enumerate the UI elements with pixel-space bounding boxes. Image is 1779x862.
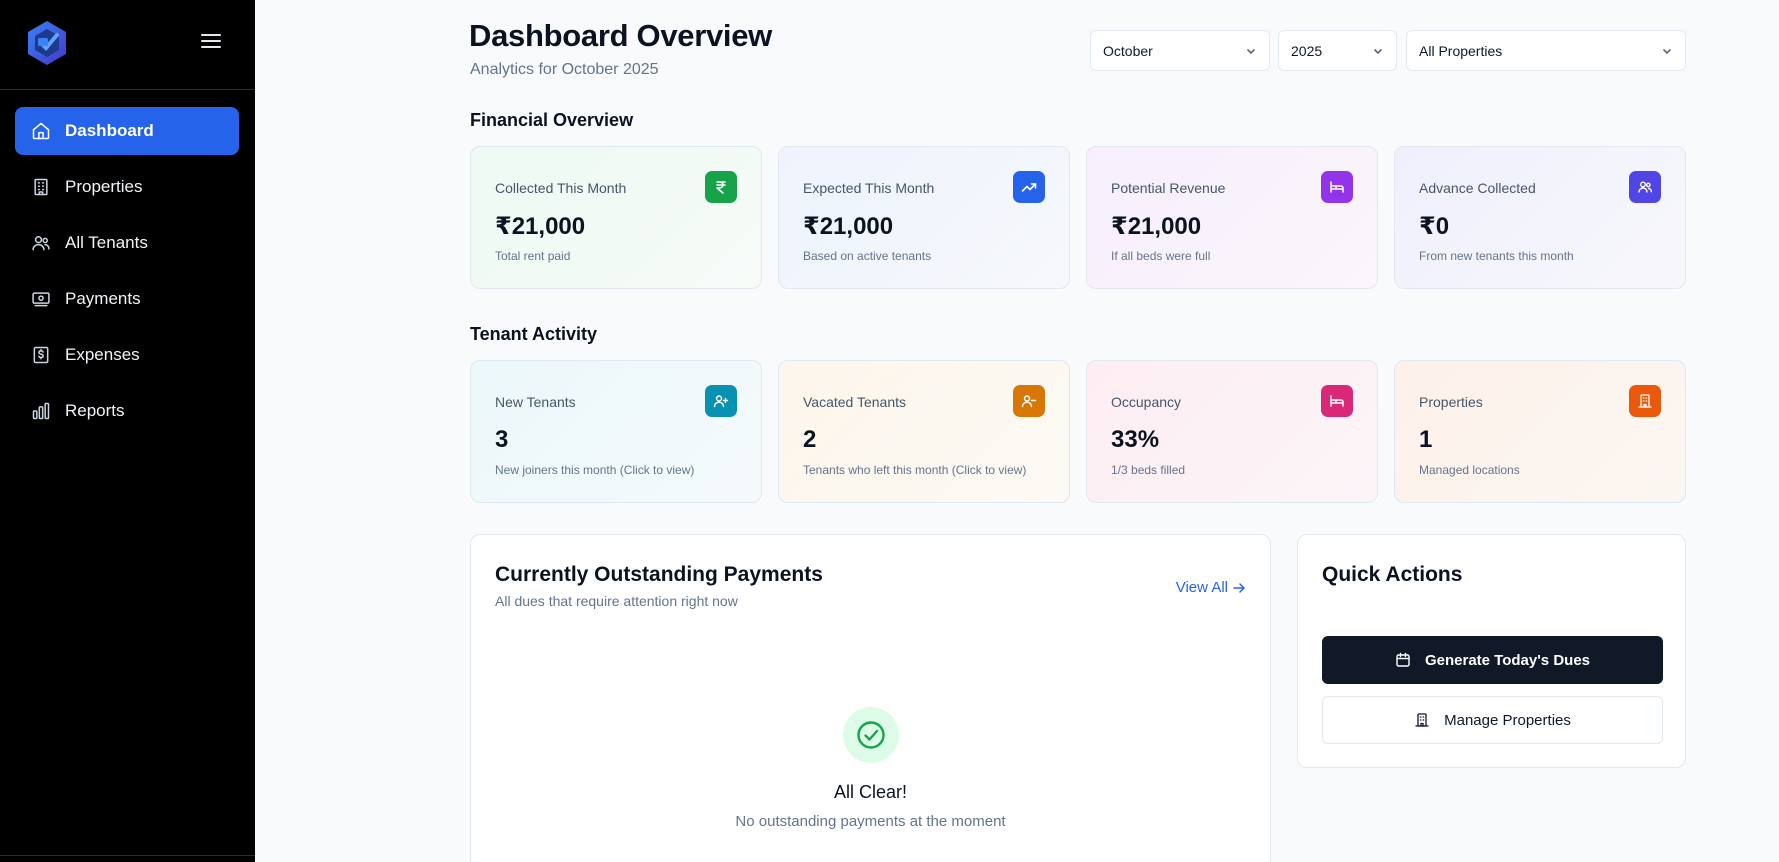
card-value: ₹21,000 [495, 213, 586, 240]
card-subtext: Based on active tenants [803, 249, 932, 263]
sidebar-item-reports[interactable]: Reports [15, 387, 239, 435]
empty-state-subtitle: No outstanding payments at the moment [735, 813, 1006, 830]
bar-chart-icon [32, 402, 50, 420]
card-subtext: Managed locations [1419, 463, 1520, 477]
receipt-icon [33, 346, 49, 364]
card-value: 2 [803, 426, 817, 453]
manage-properties-button[interactable]: Manage Properties [1322, 696, 1663, 744]
year-select[interactable]: 2025 [1278, 30, 1397, 71]
month-select-value: October [1103, 42, 1153, 59]
card-value: 33% [1111, 426, 1160, 453]
sidebar-item-label: All Tenants [65, 233, 148, 252]
card-label: Occupancy [1111, 394, 1182, 410]
expected-this-month-card[interactable]: Expected This Month ₹21,000 Based on act… [778, 146, 1070, 289]
card-value: 1 [1419, 426, 1433, 453]
sidebar-item-label: Properties [65, 177, 143, 196]
app-logo[interactable] [26, 20, 68, 66]
generate-todays-dues-label: Generate Today's Dues [1424, 651, 1590, 669]
card-value: 3 [495, 426, 509, 453]
card-label: Expected This Month [803, 180, 935, 196]
advance-collected-card[interactable]: Advance Collected ₹0 From new tenants th… [1394, 146, 1686, 289]
new-tenants-card[interactable]: New Tenants 3 New joiners this month (Cl… [470, 360, 762, 503]
page-title: Dashboard Overview [469, 18, 772, 53]
sidebar-item-label: Dashboard [65, 121, 154, 140]
month-select[interactable]: October [1090, 30, 1270, 71]
hamburger-icon-line [201, 34, 221, 36]
chevron-down-icon [1662, 48, 1672, 55]
card-value: ₹21,000 [1111, 213, 1202, 240]
tenant-activity-heading: Tenant Activity [470, 324, 598, 344]
sidebar-item-expenses[interactable]: Expenses [15, 331, 239, 379]
check-circle-icon [843, 707, 899, 763]
sidebar-item-label: Expenses [65, 345, 140, 364]
collected-this-month-card[interactable]: Collected This Month ₹21,000 Total rent … [470, 146, 762, 289]
card-label: Advance Collected [1419, 180, 1536, 196]
sidebar-item-payments[interactable]: Payments [15, 275, 239, 323]
page-subtitle: Analytics for October 2025 [470, 61, 659, 78]
card-value: ₹0 [1419, 213, 1450, 240]
card-subtext: 1/3 beds filled [1111, 463, 1186, 477]
users-icon [1629, 171, 1661, 203]
sidebar-header [0, 0, 255, 90]
user-plus-icon [705, 385, 737, 417]
building-icon [1629, 385, 1661, 417]
hamburger-icon-line [201, 46, 221, 48]
outstanding-payments-subtitle: All dues that require attention right no… [495, 593, 738, 609]
card-label: Collected This Month [495, 180, 627, 196]
banknote-icon [32, 292, 50, 307]
building-icon [34, 178, 48, 196]
chevron-down-icon [1373, 48, 1383, 55]
sidebar-nav: Dashboard Properties All Tenants Payment… [15, 107, 239, 443]
user-minus-icon [1013, 385, 1045, 417]
generate-todays-dues-button[interactable]: Generate Today's Dues [1322, 636, 1663, 684]
sidebar-item-label: Reports [65, 401, 125, 420]
card-label: Vacated Tenants [803, 394, 907, 410]
view-all-label: View All [1175, 579, 1228, 596]
menu-toggle-button[interactable] [198, 30, 224, 54]
bed-icon [1321, 385, 1353, 417]
arrow-right-icon [1233, 582, 1245, 593]
home-icon [32, 122, 50, 140]
sidebar-item-label: Payments [65, 289, 141, 308]
sidebar-divider [0, 855, 255, 856]
property-select[interactable]: All Properties [1406, 30, 1686, 71]
sidebar-item-all-tenants[interactable]: All Tenants [15, 219, 239, 267]
quick-actions-title: Quick Actions [1322, 563, 1463, 586]
trending-up-icon [1013, 171, 1045, 203]
properties-card[interactable]: Properties 1 Managed locations [1394, 360, 1686, 503]
building-icon [1415, 713, 1429, 727]
property-select-value: All Properties [1419, 42, 1503, 59]
bed-icon [1321, 171, 1353, 203]
card-value: ₹21,000 [803, 213, 894, 240]
manage-properties-label: Manage Properties [1444, 711, 1571, 729]
year-select-value: 2025 [1291, 42, 1323, 59]
outstanding-payments-panel: Currently Outstanding Payments All dues … [470, 534, 1271, 862]
sidebar: Dashboard Properties All Tenants Payment… [0, 0, 255, 862]
users-icon [32, 236, 50, 251]
potential-revenue-card[interactable]: Potential Revenue ₹21,000 If all beds we… [1086, 146, 1378, 289]
outstanding-payments-title: Currently Outstanding Payments [495, 563, 823, 586]
card-subtext: From new tenants this month [1419, 249, 1574, 263]
card-subtext: New joiners this month (Click to view) [495, 463, 695, 477]
card-subtext: Total rent paid [495, 249, 571, 263]
chevron-down-icon [1246, 48, 1256, 55]
card-subtext: If all beds were full [1111, 249, 1211, 263]
view-all-link[interactable]: View All [1176, 579, 1246, 596]
vacated-tenants-card[interactable]: Vacated Tenants 2 Tenants who left this … [778, 360, 1070, 503]
card-label: New Tenants [495, 394, 576, 410]
rupee-icon [705, 171, 737, 203]
occupancy-card[interactable]: Occupancy 33% 1/3 beds filled [1086, 360, 1378, 503]
financial-overview-heading: Financial Overview [470, 110, 634, 130]
calendar-icon [1396, 652, 1410, 667]
empty-state-title: All Clear! [833, 782, 908, 802]
card-subtext: Tenants who left this month (Click to vi… [803, 463, 1027, 477]
card-label: Potential Revenue [1111, 180, 1226, 196]
hamburger-icon-line [201, 40, 221, 42]
quick-actions-panel: Quick Actions Generate Today's Dues Mana… [1297, 534, 1686, 768]
card-label: Properties [1419, 394, 1483, 410]
sidebar-item-properties[interactable]: Properties [15, 163, 239, 211]
sidebar-item-dashboard[interactable]: Dashboard [15, 107, 239, 155]
